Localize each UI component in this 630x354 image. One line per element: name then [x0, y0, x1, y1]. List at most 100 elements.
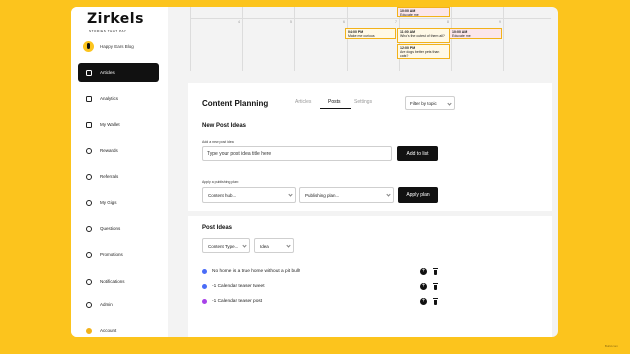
avatar [83, 41, 94, 52]
user-icon [86, 301, 92, 308]
calendar-event[interactable]: 12:00 PM Are dogs better pets than cats? [397, 44, 450, 59]
publishing-plan-select[interactable]: Publishing plan... [299, 187, 394, 203]
publishing-plan-value: Publishing plan... [305, 192, 340, 198]
content-hub-select[interactable]: Content hub... [202, 187, 296, 203]
sidebar-item-articles[interactable]: Articles [78, 63, 159, 82]
logo[interactable]: Zirkels [87, 11, 144, 27]
sidebar-item-label: Admin [100, 302, 113, 307]
chevron-down-icon [447, 101, 452, 106]
tab-articles[interactable]: Articles [295, 99, 311, 105]
add-icon[interactable]: + [420, 268, 427, 275]
list-item[interactable]: No home is a true home without a pit bul… [202, 267, 442, 275]
event-title: Who's the cutest of them all? [400, 33, 445, 38]
sidebar-item-notifications[interactable]: Notifications [78, 272, 159, 291]
sidebar-item-label: My Gigs [100, 200, 117, 205]
sidebar-item-account[interactable]: Account [78, 321, 159, 337]
calendar-grid: 4 5 6 7 8 9 10:00 AM Educate me 04:00 PM… [190, 7, 551, 71]
new-post-ideas-title: New Post Ideas [202, 123, 247, 129]
post-ideas-title: Post Ideas [202, 225, 233, 231]
status-dot [202, 268, 207, 274]
apply-plan-label: Apply a publishing plan: [202, 180, 239, 184]
reward-icon [86, 147, 92, 154]
post-idea-input[interactable]: Type your post idea title here [202, 146, 392, 161]
filter-by-topic-select[interactable]: Filter by topic [405, 96, 455, 110]
sidebar-item-questions[interactable]: Questions [78, 219, 159, 238]
wallet-icon [86, 121, 92, 128]
event-title: Are dogs better pets than cats? [400, 49, 440, 58]
sidebar-item-promotions[interactable]: Promotions [78, 245, 159, 264]
calendar-day[interactable]: 4 [191, 7, 243, 71]
people-icon [86, 173, 92, 180]
sidebar-item-label: Account [100, 328, 117, 333]
watermark: Build.com [604, 344, 618, 348]
add-icon[interactable]: + [420, 298, 427, 305]
sidebar-item-label: Analytics [100, 96, 119, 101]
idea-status-value: Idea [260, 243, 269, 249]
calendar-day[interactable]: 7 [348, 7, 400, 71]
calendar-event[interactable]: 10:00 AM Educate me [449, 28, 502, 39]
app-window: Zirkels STORIES THAT PAY Happy Ears Blog… [71, 7, 558, 337]
sidebar-item-label: Questions [100, 226, 121, 231]
filter-label: Filter by topic [410, 101, 437, 106]
sidebar-item-analytics[interactable]: Analytics [78, 89, 159, 108]
sidebar-item-rewards[interactable]: Rewards [78, 141, 159, 160]
day-number: 5 [290, 20, 292, 24]
day-number: 8 [447, 20, 449, 24]
trash-icon[interactable] [433, 298, 438, 305]
add-to-list-button[interactable]: Add to list [397, 146, 438, 161]
tab-settings[interactable]: Settings [354, 99, 372, 105]
event-title: Educate me [400, 12, 419, 17]
status-dot [202, 283, 207, 289]
status-dot [202, 298, 207, 304]
idea-status-select[interactable]: Idea [254, 238, 294, 253]
document-icon [86, 69, 92, 76]
sidebar-item-label: Promotions [100, 252, 123, 257]
calendar-event[interactable]: 04:00 PM Make me curious [345, 28, 396, 39]
post-idea-text: No home is a true home without a pit bul… [212, 268, 301, 274]
day-number: 6 [343, 20, 345, 24]
sidebar-item-label: Rewards [100, 148, 118, 153]
list-item[interactable]: -1 Calendar teaser post [202, 297, 442, 305]
calendar-event[interactable]: 10:00 AM Educate me [397, 7, 450, 17]
day-number: 7 [395, 20, 397, 24]
post-idea-placeholder: Type your post idea title here [207, 150, 272, 157]
profile-name: Happy Ears Blog [100, 44, 134, 49]
active-tab-indicator [320, 108, 351, 109]
sidebar-item-admin[interactable]: Admin [78, 295, 159, 314]
chart-icon [86, 95, 92, 102]
add-icon[interactable]: + [420, 283, 427, 290]
promo-icon [86, 251, 92, 258]
trash-icon[interactable] [433, 268, 438, 275]
sidebar-item-gigs[interactable]: My Gigs [78, 193, 159, 212]
content-hub-value: Content hub... [208, 192, 237, 198]
trash-icon[interactable] [433, 283, 438, 290]
calendar-day[interactable]: 9 [452, 7, 504, 71]
calendar-day[interactable]: 5 [243, 7, 295, 71]
calendar-day[interactable]: 6 [295, 7, 348, 71]
sidebar-item-label: Referrals [100, 174, 119, 179]
content-type-value: Content Type... [208, 243, 239, 249]
question-icon [86, 225, 92, 232]
sidebar-item-wallet[interactable]: My Wallet [78, 115, 159, 134]
sidebar: Zirkels STORIES THAT PAY Happy Ears Blog… [71, 7, 168, 337]
sidebar-item-label: Articles [100, 70, 115, 75]
list-item[interactable]: -1 Calendar teaser tweet [202, 282, 442, 290]
chevron-down-icon [288, 192, 293, 197]
post-ideas-card: Post Ideas Content Type... Idea No home … [188, 216, 552, 337]
tab-posts[interactable]: Posts [328, 99, 341, 105]
sidebar-item-referrals[interactable]: Referrals [78, 167, 159, 186]
day-number: 9 [499, 20, 501, 24]
content-type-select[interactable]: Content Type... [202, 238, 250, 253]
post-idea-text: -1 Calendar teaser tweet [212, 283, 265, 289]
gig-icon [86, 199, 92, 206]
chevron-down-icon [242, 243, 247, 248]
sidebar-item-label: My Wallet [100, 122, 120, 127]
chevron-down-icon [286, 243, 291, 248]
apply-plan-button[interactable]: Apply plan [398, 187, 438, 203]
logo-tagline: STORIES THAT PAY [89, 29, 127, 33]
day-number: 4 [238, 20, 240, 24]
main-content: 4 5 6 7 8 9 10:00 AM Educate me 04:00 PM… [168, 7, 558, 337]
calendar-event[interactable]: 11:00 AM Who's the cutest of them all? [397, 28, 450, 43]
bell-icon [86, 278, 92, 285]
profile-switcher[interactable]: Happy Ears Blog [83, 41, 134, 52]
